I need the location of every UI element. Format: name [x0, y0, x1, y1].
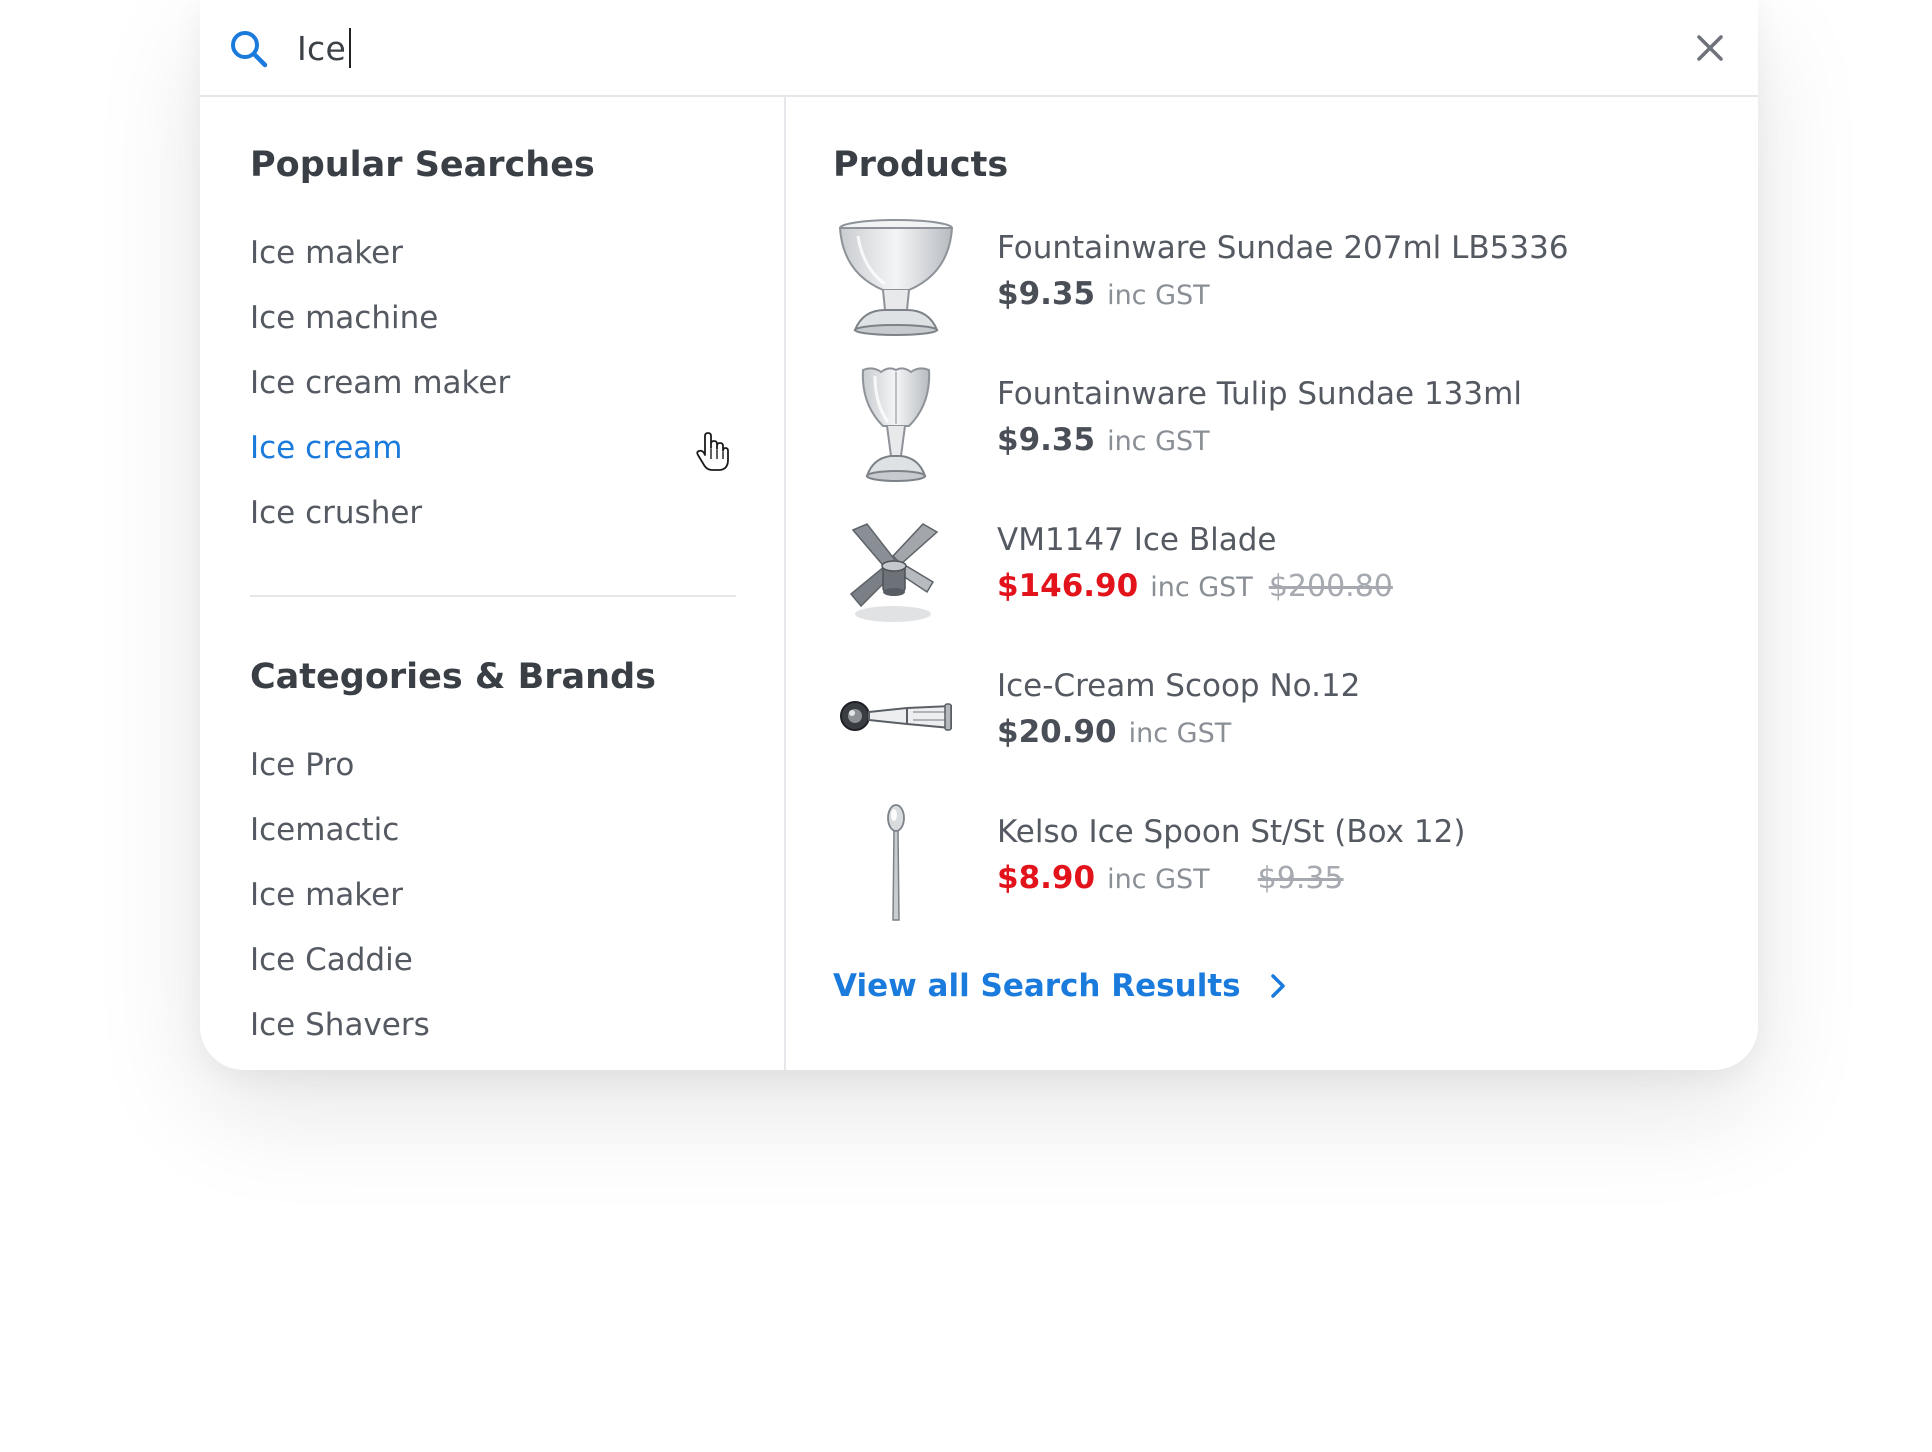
chevron-right-icon [1270, 974, 1285, 998]
column-divider [784, 97, 786, 1070]
popular-search-item-hovered[interactable]: Ice cream [250, 425, 736, 490]
product-price: $9.35 [997, 276, 1096, 312]
section-divider [250, 595, 736, 597]
product-tax-note: inc GST [1107, 864, 1210, 895]
product-original-price: $200.80 [1268, 569, 1393, 604]
category-item[interactable]: Icemactic [250, 807, 736, 872]
search-bar[interactable]: Ice [200, 0, 1758, 97]
suggestions-column: Popular Searches Ice maker Ice machine I… [250, 140, 736, 1067]
product-price: $9.35 [997, 422, 1096, 458]
product-name[interactable]: Ice-Cream Scoop No.12 [997, 664, 1360, 708]
product-info: Fountainware Tulip Sundae 133ml $9.35 in… [997, 372, 1522, 458]
product-item[interactable]: Kelso Ice Spoon St/St (Box 12) $8.90 inc… [833, 802, 1693, 948]
product-tax-note: inc GST [1150, 572, 1253, 603]
products-column: Products Fountainware Sundae 207ml LB533… [833, 140, 1693, 948]
blender-blade-icon [849, 523, 939, 622]
product-price-row: $20.90 inc GST [997, 714, 1360, 750]
product-info: Ice-Cream Scoop No.12 $20.90 inc GST [997, 664, 1360, 750]
categories-brands-title: Categories & Brands [250, 657, 656, 697]
product-item[interactable]: Fountainware Tulip Sundae 133ml $9.35 in… [833, 364, 1693, 510]
product-price-row: $9.35 inc GST [997, 276, 1569, 312]
product-sale-price: $146.90 [997, 568, 1139, 604]
product-name[interactable]: Kelso Ice Spoon St/St (Box 12) [997, 810, 1465, 854]
product-price: $20.90 [997, 714, 1117, 750]
sundae-glass-icon [838, 219, 954, 336]
category-item[interactable]: Ice Caddie [250, 937, 736, 1002]
popular-search-item[interactable]: Ice maker [250, 230, 736, 295]
product-tax-note: inc GST [1128, 718, 1232, 749]
product-info: Fountainware Sundae 207ml LB5336 $9.35 i… [997, 226, 1569, 312]
view-all-results-link[interactable]: View all Search Results [833, 968, 1289, 1004]
ice-cream-scoop-icon [840, 701, 952, 731]
categories-brands-list: Ice Pro Icemactic Ice maker Ice Caddie I… [250, 742, 736, 1067]
product-original-price: $9.35 [1257, 861, 1344, 896]
tulip-sundae-glass-icon [861, 367, 931, 482]
category-item[interactable]: Ice maker [250, 872, 736, 937]
product-info: Kelso Ice Spoon St/St (Box 12) $8.90 inc… [997, 810, 1465, 896]
spoon-icon [887, 804, 905, 921]
search-input[interactable]: Ice [297, 24, 352, 72]
search-dropdown-panel: Ice Popular Searches Ice maker Ice machi… [200, 0, 1758, 1070]
product-item[interactable]: VM1147 Ice Blade $146.90 inc GST $200.80 [833, 510, 1693, 656]
product-name[interactable]: Fountainware Sundae 207ml LB5336 [997, 226, 1569, 270]
product-item[interactable]: Ice-Cream Scoop No.12 $20.90 inc GST [833, 656, 1693, 802]
product-item[interactable]: Fountainware Sundae 207ml LB5336 $9.35 i… [833, 218, 1693, 364]
view-all-label: View all Search Results [833, 968, 1241, 1004]
popular-search-item[interactable]: Ice cream maker [250, 360, 736, 425]
category-item[interactable]: Ice Pro [250, 742, 736, 807]
products-title: Products [833, 145, 1009, 185]
popular-search-item[interactable]: Ice crusher [250, 490, 736, 555]
product-info: VM1147 Ice Blade $146.90 inc GST $200.80 [997, 518, 1393, 604]
search-query: Ice [297, 28, 347, 68]
text-caret [349, 28, 352, 68]
product-sale-price: $8.90 [997, 860, 1096, 896]
product-tax-note: inc GST [1107, 426, 1210, 457]
popular-search-item[interactable]: Ice machine [250, 295, 736, 360]
product-name[interactable]: VM1147 Ice Blade [997, 518, 1393, 562]
close-icon[interactable] [1696, 34, 1724, 62]
product-price-row: $8.90 inc GST $9.35 [997, 860, 1465, 896]
product-name[interactable]: Fountainware Tulip Sundae 133ml [997, 372, 1522, 416]
category-item[interactable]: Ice Shavers [250, 1002, 736, 1067]
hand-pointer-cursor-icon [696, 432, 729, 471]
product-tax-note: inc GST [1107, 280, 1210, 311]
product-price-row: $9.35 inc GST [997, 422, 1522, 458]
search-icon[interactable] [228, 28, 270, 70]
popular-searches-title: Popular Searches [250, 145, 595, 185]
product-price-row: $146.90 inc GST $200.80 [997, 568, 1393, 604]
popular-searches-list: Ice maker Ice machine Ice cream maker Ic… [250, 230, 736, 555]
